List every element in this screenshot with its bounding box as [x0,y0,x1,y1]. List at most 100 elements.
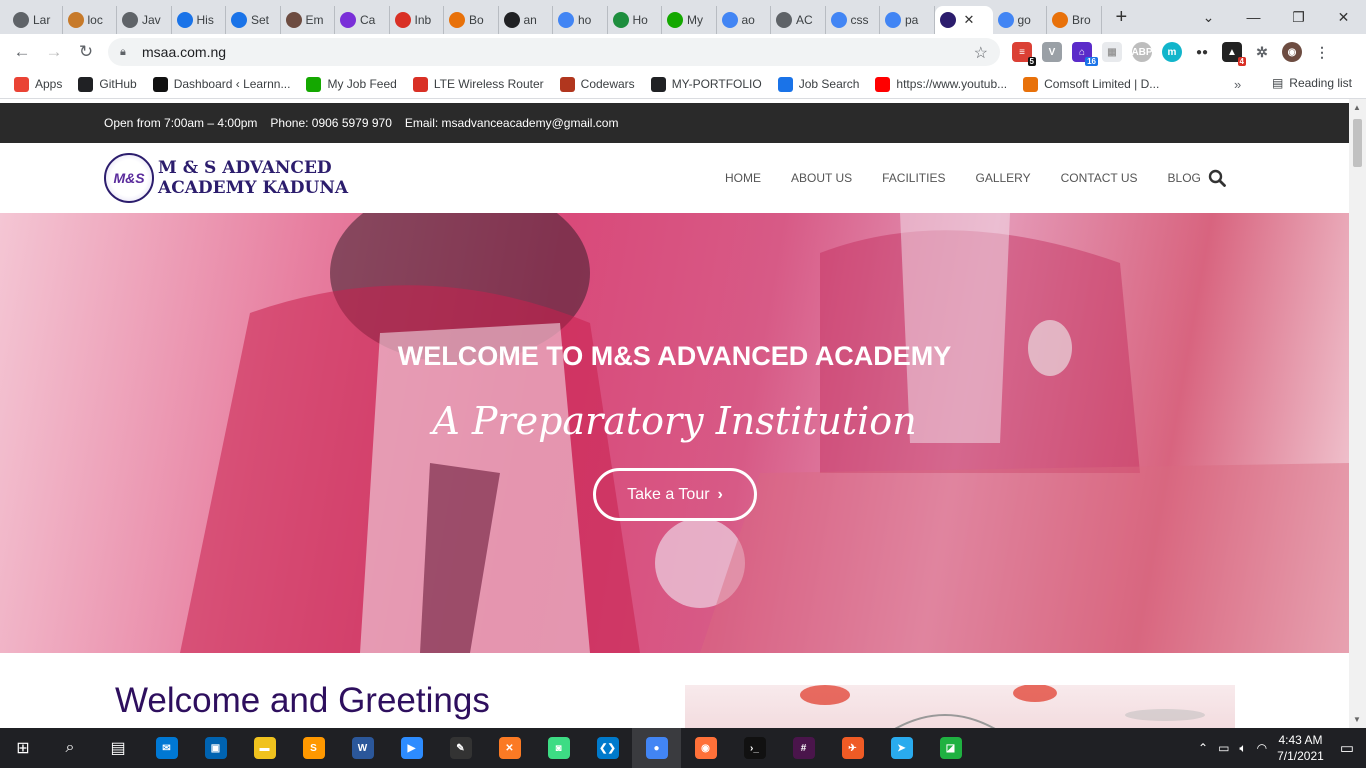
scrollbar-thumb[interactable] [1353,119,1362,167]
vue-devtools-icon[interactable]: V [1042,42,1062,62]
browser-tab[interactable]: go [993,6,1047,34]
taskbar-app-word[interactable]: W [338,728,387,768]
email-address[interactable]: Email: msadvanceacademy@gmail.com [405,116,619,130]
menu-item-blog[interactable]: BLOG [1168,171,1201,185]
new-tab-button[interactable]: + [1116,6,1128,29]
menu-item-contact-us[interactable]: CONTACT US [1061,171,1138,185]
browser-tab[interactable]: Inb [390,6,444,34]
browser-tab[interactable]: My [662,6,717,34]
reading-list-button[interactable]: ▤ Reading list [1272,76,1352,90]
grid-extension-icon[interactable]: ▦ [1102,42,1122,62]
bookmark-item[interactable]: My Job Feed [306,76,397,92]
taskbar-app-terminal[interactable]: ›_ [730,728,779,768]
bookmark-item[interactable]: Comsoft Limited | D... [1023,76,1159,92]
bookmark-item[interactable]: MY-PORTFOLIO [650,76,762,92]
bookmark-item[interactable]: LTE Wireless Router [412,76,544,92]
minimize-button[interactable]: — [1231,9,1276,25]
chevron-right-icon: › [717,485,723,503]
momentum-extension-icon[interactable]: m [1162,42,1182,62]
taskbar-app-mail[interactable]: ✉ [142,728,191,768]
forward-button[interactable]: → [38,42,70,62]
menu-item-facilities[interactable]: FACILITIES [882,171,945,185]
extensions-puzzle-icon[interactable]: ✲ [1252,42,1272,62]
task-view-icon[interactable]: ▤ [94,738,142,758]
browser-tab[interactable]: ao [717,6,771,34]
browser-tab[interactable]: Lar [8,6,63,34]
browser-tab[interactable]: loc [63,6,117,34]
bookmark-item[interactable]: Dashboard ‹ Learnn... [152,76,290,92]
tab-close-icon[interactable]: ✕ [964,12,975,28]
taskbar-app-sublime[interactable]: S [289,728,338,768]
taskbar-app-inkscape[interactable]: ✎ [436,728,485,768]
browser-tab[interactable]: His [172,6,226,34]
battery-icon[interactable]: ▭ [1218,741,1229,755]
taskbar-app-slack[interactable]: # [779,728,828,768]
notification-extension-icon[interactable]: ▲ 4 [1222,42,1246,66]
volume-icon[interactable]: 🔈︎ [1239,741,1246,756]
bookmarks-overflow-button[interactable]: » [1234,77,1241,92]
taskbar-app-explorer[interactable]: ▬ [240,728,289,768]
wifi-icon[interactable]: ◠ [1257,741,1267,755]
taskbar-app-greenshot[interactable]: ◪ [926,728,975,768]
taskbar-app-firefox[interactable]: ◉ [681,728,730,768]
browser-tab[interactable]: Ca [335,6,390,34]
browser-tab[interactable]: css [826,6,880,34]
taskbar-app-telegram[interactable]: ➤ [877,728,926,768]
taskbar-app-store[interactable]: ▣ [191,728,240,768]
browser-tab[interactable]: pa [880,6,935,34]
taskbar-app-chrome[interactable]: ● [632,728,681,768]
browser-tab[interactable]: Bro [1047,6,1102,34]
library-extension-icon[interactable]: ⌂ 16 [1072,42,1098,66]
url-field[interactable]: 🔒︎ msaa.com.ng ☆ [108,38,1000,66]
notification-center-icon[interactable]: ▭ [1340,739,1354,757]
wappalyzer-icon[interactable]: ●● [1192,42,1212,62]
profile-avatar[interactable]: ◉ [1282,42,1302,62]
adblock-plus-icon[interactable]: ABP [1131,42,1153,62]
phone-number[interactable]: Phone: 0906 5979 970 [270,116,391,130]
browser-tab[interactable]: Set [226,6,281,34]
taskbar-app-xampp[interactable]: ✕ [485,728,534,768]
tray-overflow-icon[interactable]: ⌃ [1198,741,1208,755]
browser-tab[interactable]: ✕ [934,6,993,34]
menu-item-gallery[interactable]: GALLERY [975,171,1030,185]
menu-item-home[interactable]: HOME [725,171,761,185]
taskbar-app-zoom[interactable]: ▶ [387,728,436,768]
browser-tab[interactable]: AC [771,6,826,34]
todoist-extension-icon[interactable]: ≡ 5 [1012,42,1036,66]
windows-start-icon[interactable]: ⊞ [0,738,46,758]
search-icon[interactable]: ⌕ [46,739,94,757]
bookmark-item[interactable]: Apps [14,76,62,92]
menu-item-about-us[interactable]: ABOUT US [791,171,852,185]
clock[interactable]: 4:43 AM 7/1/2021 [1277,732,1324,764]
restore-button[interactable]: ❐ [1276,9,1321,26]
browser-tab[interactable]: Ho [608,6,662,34]
bookmark-item[interactable]: Codewars [559,76,635,92]
back-button[interactable]: ← [6,42,38,62]
browser-tab[interactable]: ho [553,6,608,34]
tab-search-icon[interactable]: ⌄ [1186,9,1231,26]
taskbar-app-vscode[interactable]: ❮❯ [583,728,632,768]
search-icon[interactable] [1208,169,1226,187]
bookmark-item[interactable]: https://www.youtub... [875,76,1007,92]
tab-label: Em [305,13,324,27]
browser-tab[interactable]: an [499,6,553,34]
slack-icon: # [792,737,815,759]
take-a-tour-button[interactable]: Take a Tour › [593,468,757,521]
scroll-down-arrow-icon[interactable]: ▼ [1353,715,1361,724]
bookmark-star-icon[interactable]: ☆ [974,43,988,63]
chrome-menu-icon[interactable]: ⋮ [1312,42,1332,62]
close-window-button[interactable]: ✕ [1321,9,1366,26]
browser-tab[interactable]: Bo [444,6,499,34]
window-controls: ⌄ — ❐ ✕ [1186,0,1366,34]
page-scrollbar[interactable]: ▲ ▼ [1349,99,1366,728]
browser-tab[interactable]: Em [281,6,335,34]
browser-tab[interactable]: Jav [117,6,172,34]
lock-icon[interactable]: 🔒︎ [120,46,132,59]
reload-button[interactable]: ↻ [70,42,102,62]
bookmark-item[interactable]: GitHub [78,76,137,92]
site-logo[interactable]: M&S M & S ADVANCED ACADEMY KADUNA [104,153,348,203]
bookmark-item[interactable]: Job Search [777,76,859,92]
scroll-up-arrow-icon[interactable]: ▲ [1353,103,1361,112]
taskbar-app-android[interactable]: ◙ [534,728,583,768]
taskbar-app-postman[interactable]: ✈ [828,728,877,768]
